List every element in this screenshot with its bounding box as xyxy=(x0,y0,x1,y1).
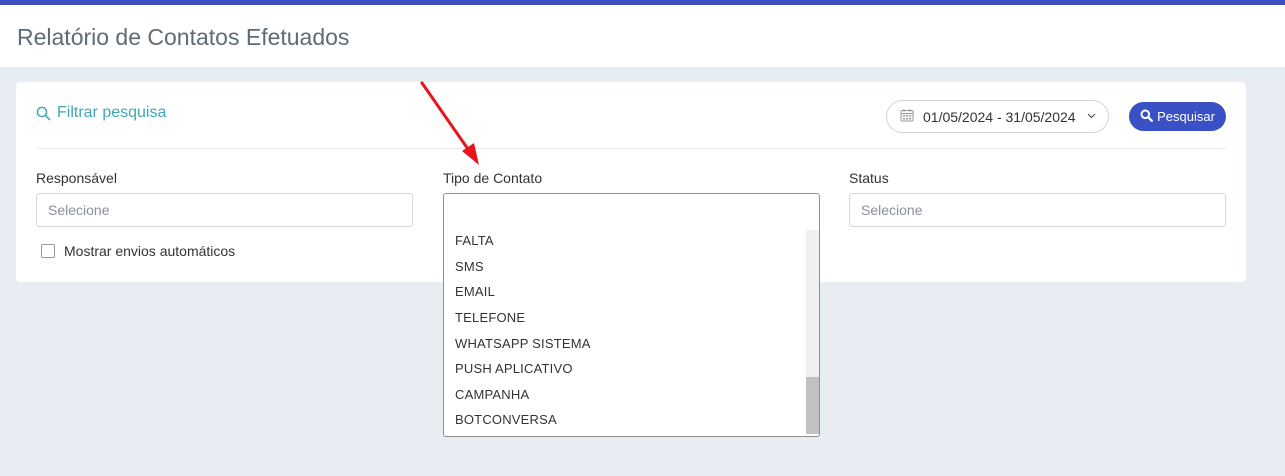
dropdown-option[interactable]: EMAIL xyxy=(444,279,806,305)
dropdown-scrollbar[interactable] xyxy=(806,230,819,434)
page-header: Relatório de Contatos Efetuados xyxy=(0,5,1285,67)
filter-toggle[interactable]: Filtrar pesquisa xyxy=(36,104,166,122)
search-icon xyxy=(36,106,51,121)
dropdown-option[interactable]: TELEFONE xyxy=(444,305,806,331)
chevron-down-icon xyxy=(1087,111,1096,122)
divider xyxy=(36,148,1226,149)
auto-sends-label: Mostrar envios automáticos xyxy=(64,243,236,259)
date-range-picker[interactable]: 01/05/2024 - 31/05/2024 xyxy=(886,100,1109,133)
dropdown-scrollbar-thumb[interactable] xyxy=(806,377,819,434)
dropdown-option[interactable]: SMS xyxy=(444,254,806,280)
dropdown-option[interactable]: CAMPANHA xyxy=(444,382,806,408)
status-placeholder: Selecione xyxy=(861,202,923,218)
tipo-contato-dropdown[interactable]: FALTA SMS EMAIL TELEFONE WHATSAPP SISTEM… xyxy=(443,193,820,437)
responsavel-select[interactable]: Selecione xyxy=(36,193,413,227)
search-button[interactable]: Pesquisar xyxy=(1129,102,1226,131)
auto-sends-checkbox-row[interactable]: Mostrar envios automáticos xyxy=(41,243,235,259)
filter-title-label: Filtrar pesquisa xyxy=(57,104,167,121)
date-range-value: 01/05/2024 - 31/05/2024 xyxy=(923,108,1076,125)
tipo-contato-label: Tipo de Contato xyxy=(443,170,543,186)
auto-sends-checkbox[interactable] xyxy=(41,244,55,258)
status-select[interactable]: Selecione xyxy=(849,193,1226,227)
dropdown-option[interactable]: WHATSAPP SISTEMA xyxy=(444,330,806,356)
dropdown-option[interactable]: PUSH APLICATIVO xyxy=(444,356,806,382)
search-icon xyxy=(1140,109,1153,125)
status-label: Status xyxy=(849,170,889,186)
tipo-contato-search-input[interactable] xyxy=(444,194,819,228)
page-title: Relatório de Contatos Efetuados xyxy=(17,24,350,50)
tipo-contato-options: FALTA SMS EMAIL TELEFONE WHATSAPP SISTEM… xyxy=(444,228,806,433)
dropdown-option[interactable]: FALTA xyxy=(444,228,806,254)
dropdown-option[interactable]: BOTCONVERSA xyxy=(444,407,806,433)
calendar-icon xyxy=(900,108,914,125)
search-button-label: Pesquisar xyxy=(1157,109,1215,124)
responsavel-label: Responsável xyxy=(36,170,117,186)
responsavel-placeholder: Selecione xyxy=(48,202,110,218)
